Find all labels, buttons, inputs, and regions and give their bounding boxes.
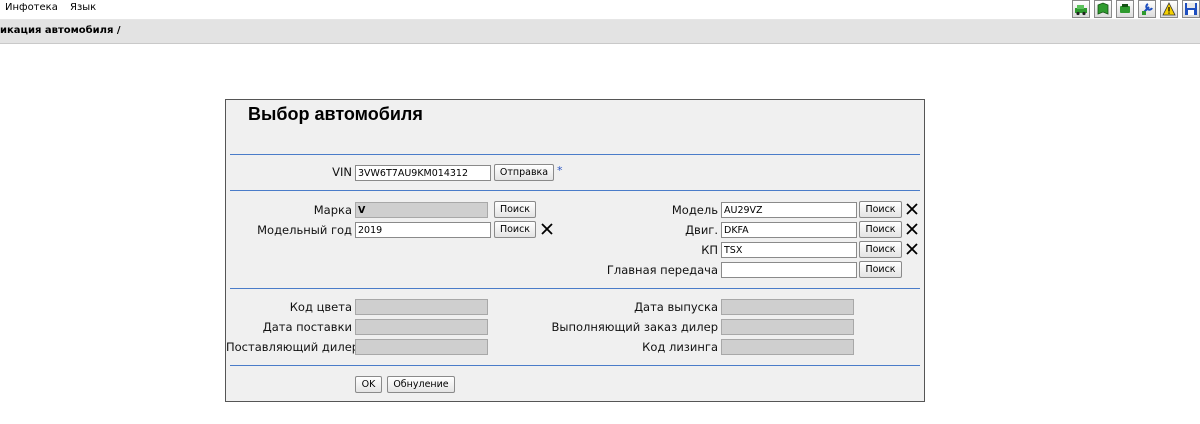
final-drive-label: Главная передача xyxy=(606,263,718,277)
engine-input[interactable] xyxy=(721,222,857,238)
separator xyxy=(230,365,920,366)
leasing-code-field xyxy=(721,339,854,355)
engine-label: Двиг. xyxy=(685,223,718,237)
final-drive-input[interactable] xyxy=(721,262,857,278)
supplying-dealer-label: Поставляющий дилер xyxy=(226,340,360,354)
vin-submit-button[interactable]: Отправка xyxy=(494,164,554,181)
model-year-input[interactable] xyxy=(355,222,491,238)
wrench-icon[interactable] xyxy=(1138,0,1156,18)
clear-engine-icon[interactable] xyxy=(906,223,918,235)
breadcrumb: икация автомобиля / xyxy=(0,25,121,36)
separator xyxy=(230,190,920,191)
production-date-field xyxy=(721,299,854,315)
clear-gearbox-icon[interactable] xyxy=(906,243,918,255)
vin-label: VIN xyxy=(332,165,352,179)
separator xyxy=(230,154,920,155)
warning-icon[interactable] xyxy=(1160,0,1178,18)
color-code-field xyxy=(355,299,488,315)
gearbox-input[interactable] xyxy=(721,242,857,258)
book-icon[interactable] xyxy=(1094,0,1112,18)
panel-title: Выбор автомобиля xyxy=(248,104,423,124)
leasing-code-label: Код лизинга xyxy=(642,340,718,354)
vehicle-selection-panel: Выбор автомобиля VIN Отправка * Марка По… xyxy=(225,99,925,402)
brand-field[interactable] xyxy=(355,202,488,218)
vin-input[interactable] xyxy=(355,165,491,181)
delivery-date-label: Дата поставки xyxy=(262,320,352,334)
clear-model-year-icon[interactable] xyxy=(541,223,553,235)
engine-icon[interactable] xyxy=(1116,0,1134,18)
brand-search-button[interactable]: Поиск xyxy=(494,201,536,218)
reset-button[interactable]: Обнуление xyxy=(387,376,455,393)
menu-bar: Инфотека Язык xyxy=(0,0,1200,20)
model-year-search-button[interactable]: Поиск xyxy=(494,221,536,238)
required-mark: * xyxy=(557,164,563,177)
ok-button[interactable]: OK xyxy=(355,376,382,393)
final-drive-search-button[interactable]: Поиск xyxy=(859,261,902,278)
model-input[interactable] xyxy=(721,202,857,218)
order-dealer-field xyxy=(721,319,854,335)
brand-label: Марка xyxy=(313,203,352,217)
clear-model-icon[interactable] xyxy=(906,203,918,215)
engine-search-button[interactable]: Поиск xyxy=(859,221,902,238)
model-year-label: Модельный год xyxy=(257,223,352,237)
save-icon[interactable] xyxy=(1182,0,1200,18)
gearbox-search-button[interactable]: Поиск xyxy=(859,241,902,258)
model-label: Модель xyxy=(671,203,718,217)
gearbox-label: КП xyxy=(701,243,718,257)
car-tool-icon[interactable] xyxy=(1072,0,1090,18)
separator xyxy=(230,288,920,289)
production-date-label: Дата выпуска xyxy=(634,300,718,314)
order-dealer-label: Выполняющий заказ дилер xyxy=(551,320,718,334)
menu-language[interactable]: Язык xyxy=(70,2,96,13)
model-search-button[interactable]: Поиск xyxy=(859,201,902,218)
color-code-label: Код цвета xyxy=(289,300,352,314)
supplying-dealer-field xyxy=(355,339,488,355)
breadcrumb-bar: икация автомобиля / xyxy=(0,20,1200,44)
menu-infoteka[interactable]: Инфотека xyxy=(5,2,58,13)
delivery-date-field xyxy=(355,319,488,335)
